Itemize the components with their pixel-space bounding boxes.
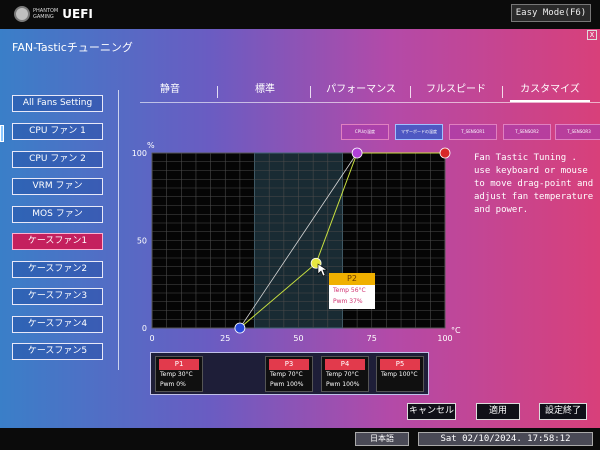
apply-button[interactable]: 適用 <box>476 403 520 420</box>
x-tick-label: 50 <box>293 334 303 343</box>
point-card-temp: Temp 70°C <box>326 371 359 378</box>
sidebar-item-cpu-fan-2[interactable]: CPU ファン 2 <box>12 151 103 168</box>
tab-separator <box>410 86 411 98</box>
sidebar-item-mos-fan[interactable]: MOS ファン <box>12 206 103 223</box>
sidebar-divider <box>118 90 119 370</box>
chart-x-axis-label: °C <box>451 326 461 335</box>
logo-gaming-text: GAMING <box>33 14 54 20</box>
point-card-name: P1 <box>159 359 199 370</box>
point-card-temp: Temp 100°C <box>381 371 418 378</box>
sensor-motherboard-temp[interactable]: マザーボードの温度 <box>395 124 443 140</box>
point-card-name: P5 <box>380 359 420 370</box>
sidebar-item-vrm-fan[interactable]: VRM ファン <box>12 178 103 195</box>
phantom-logo-icon <box>14 6 30 22</box>
tab-full-speed[interactable]: フルスピード <box>416 80 496 102</box>
tab-silent[interactable]: 静音 <box>140 80 200 102</box>
sensor-t-sensor-3[interactable]: T_SENSOR3 <box>555 124 600 140</box>
datetime-display: Sat 02/10/2024. 17:58:12 <box>418 432 593 446</box>
point-tooltip: P2 Temp 56°C Pwm 37% <box>329 273 375 309</box>
point-card-temp: Temp 70°C <box>270 371 303 378</box>
tab-separator <box>502 86 503 98</box>
tab-separator <box>310 86 311 98</box>
point-card-name: P3 <box>269 359 309 370</box>
point-card-temp: Temp 30°C <box>160 371 193 378</box>
sidebar-item-case-fan-2[interactable]: ケースファン2 <box>12 261 103 278</box>
close-icon[interactable]: X <box>587 30 597 40</box>
point-card-p5[interactable]: P5 Temp 100°C <box>376 356 424 392</box>
tab-standard[interactable]: 標準 <box>235 80 295 102</box>
fan-mode-tabs: 静音 標準 パフォーマンス フルスピード カスタマイズ <box>120 80 600 102</box>
easy-mode-button[interactable]: Easy Mode(F6) <box>511 4 591 22</box>
tab-customize[interactable]: カスタマイズ <box>510 80 590 102</box>
point-card-pwm: Pwm 100% <box>326 381 360 388</box>
sensor-t-sensor-1[interactable]: T_SENSOR1 <box>449 124 497 140</box>
tab-performance[interactable]: パフォーマンス <box>318 80 404 102</box>
logo-uefi-text: UEFI <box>62 7 93 21</box>
sidebar-item-cpu-fan-1[interactable]: CPU ファン 1 <box>12 123 103 140</box>
chart-y-axis-label: % <box>147 141 155 150</box>
page-title: FAN-Tasticチューニング <box>12 41 133 54</box>
point-table: P1 Temp 30°C Pwm 0% P3 Temp 70°C Pwm 100… <box>150 352 429 395</box>
uefi-logo: PHANTOM GAMING UEFI <box>14 6 93 22</box>
sidebar-scroll-marker <box>0 125 4 142</box>
tooltip-temp: Temp 56°C <box>333 287 366 294</box>
drag-point-p3[interactable] <box>351 147 363 159</box>
point-card-pwm: Pwm 0% <box>160 381 186 388</box>
tooltip-title: P2 <box>329 273 375 285</box>
cancel-button[interactable]: キャンセル <box>407 403 456 420</box>
sidebar-item-all-fans[interactable]: All Fans Setting <box>12 95 103 112</box>
point-card-name: P4 <box>325 359 365 370</box>
x-tick-label: 25 <box>220 334 230 343</box>
sidebar-item-case-fan-1[interactable]: ケースファン1 <box>12 233 103 250</box>
y-tick-label: 0 <box>142 324 147 333</box>
sidebar-item-case-fan-4[interactable]: ケースファン4 <box>12 316 103 333</box>
x-tick-label: 100 <box>437 334 452 343</box>
point-card-p4[interactable]: P4 Temp 70°C Pwm 100% <box>321 356 369 392</box>
help-description: Fan Tastic Tuning . use keyboard or mous… <box>474 153 594 215</box>
drag-point-p1[interactable] <box>234 322 246 334</box>
point-card-p3[interactable]: P3 Temp 70°C Pwm 100% <box>265 356 313 392</box>
drag-point-p4[interactable] <box>439 147 451 159</box>
sensor-t-sensor-2[interactable]: T_SENSOR2 <box>503 124 551 140</box>
sidebar-item-case-fan-5[interactable]: ケースファン5 <box>12 343 103 360</box>
logo-text-small: PHANTOM GAMING <box>33 8 58 20</box>
tooltip-pwm: Pwm 37% <box>333 298 363 305</box>
x-tick-label: 75 <box>367 334 377 343</box>
tabs-underline <box>140 102 600 103</box>
sensor-cpu-temp[interactable]: CPUの温度 <box>341 124 389 140</box>
sidebar-item-case-fan-3[interactable]: ケースファン3 <box>12 288 103 305</box>
point-card-p1[interactable]: P1 Temp 30°C Pwm 0% <box>155 356 203 392</box>
finish-settings-button[interactable]: 設定終了 <box>539 403 587 420</box>
tab-separator <box>217 86 218 98</box>
point-card-pwm: Pwm 100% <box>270 381 304 388</box>
language-button[interactable]: 日本語 <box>355 432 409 446</box>
y-tick-label: 100 <box>132 149 147 158</box>
x-tick-label: 0 <box>149 334 154 343</box>
y-tick-label: 50 <box>137 237 147 246</box>
